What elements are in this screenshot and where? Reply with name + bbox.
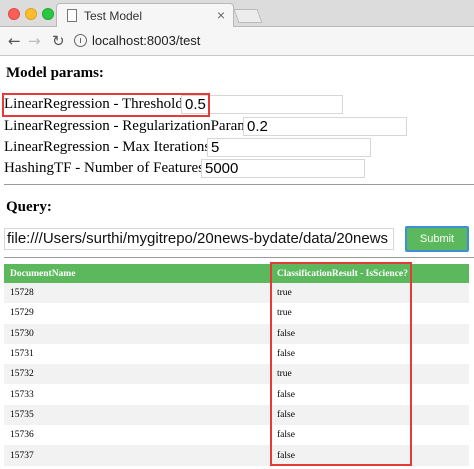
document-name-cell: 15737 (4, 445, 271, 466)
param-label-regularization: LinearRegression - RegularizationParam (4, 118, 249, 134)
minimize-window-icon[interactable] (25, 8, 37, 20)
document-name-cell: 15728 (4, 283, 271, 304)
divider (4, 257, 474, 258)
info-icon[interactable] (74, 34, 87, 47)
document-name-cell: 15733 (4, 384, 271, 405)
classification-highlight-box (270, 262, 412, 466)
column-header-document-name: DocumentName (4, 264, 271, 283)
max-iterations-input[interactable] (207, 138, 371, 157)
threshold-highlight-box (2, 93, 210, 117)
page-icon (67, 9, 77, 22)
new-tab-button[interactable] (233, 9, 263, 23)
model-params-heading: Model params: (6, 65, 104, 81)
tab-title: Test Model (84, 9, 143, 23)
query-input[interactable]: file:///Users/surthi/mygitrepo/20news-by… (4, 228, 394, 250)
param-label-max-iterations: LinearRegression - Max Iterations (4, 139, 211, 155)
regularization-input[interactable] (243, 117, 407, 136)
reload-icon[interactable]: ↻ (52, 32, 65, 50)
tab-bar: Test Model × (0, 0, 474, 28)
close-window-icon[interactable] (8, 8, 20, 20)
query-heading: Query: (6, 199, 52, 215)
document-name-cell: 15735 (4, 404, 271, 426)
document-name-cell: 15729 (4, 303, 271, 324)
document-name-cell: 15730 (4, 323, 271, 344)
forward-icon[interactable]: → (28, 32, 41, 50)
num-features-input[interactable] (201, 159, 365, 178)
browser-tab[interactable]: Test Model × (56, 3, 234, 28)
document-name-cell: 15732 (4, 364, 271, 385)
param-label-num-features: HashingTF - Number of Features (4, 160, 204, 176)
address-bar[interactable]: localhost:8003/test (92, 33, 200, 48)
submit-button[interactable]: Submit (405, 226, 469, 252)
navigation-bar: ← → ↻ localhost:8003/test (0, 27, 474, 56)
back-icon[interactable]: ← (8, 32, 21, 50)
document-name-cell: 15736 (4, 425, 271, 446)
tab-close-icon[interactable]: × (217, 7, 225, 23)
document-name-cell: 15731 (4, 343, 271, 365)
divider (4, 184, 474, 185)
maximize-window-icon[interactable] (42, 8, 54, 20)
